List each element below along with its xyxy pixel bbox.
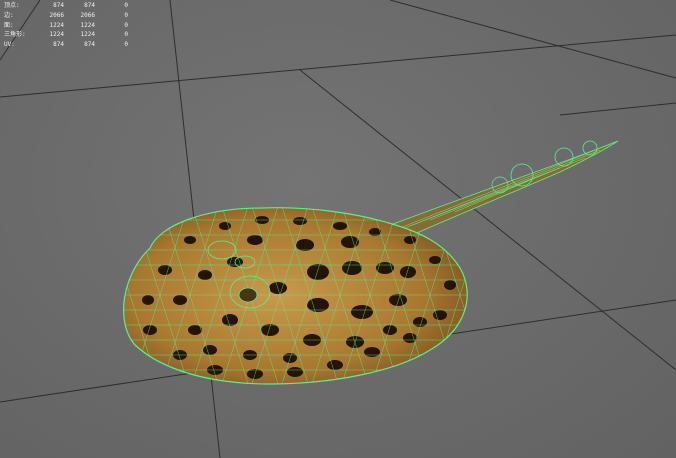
hud-row-value: 1224 [49,21,64,29]
hud-row-value-extra: 0 [124,11,128,19]
hud-row-label: 面: [4,21,14,29]
hud-row-label: 三角形: [4,31,26,39]
hud-row-value-extra: 0 [124,41,128,49]
hud-row-value-extra: 0 [124,21,128,29]
hud-row-value-selected: 874 [84,41,95,49]
hud-row-value: 874 [53,2,64,9]
hud-row: 顶点: 874 874 0 [4,1,139,11]
hud-row-value-selected: 874 [84,2,95,9]
hud-row-value-selected: 1224 [80,21,95,29]
3d-viewport[interactable]: 顶点: 874 874 0 边: 2066 2066 0 面: 1224 1224 0 三角形: 1224… [0,0,676,458]
hud-row-value-selected: 2066 [80,11,95,19]
hud-row-value: 874 [53,41,64,49]
hud-row-value: 1224 [49,31,64,39]
hud-row-value: 2066 [49,11,64,19]
hud-row-label: 边: [4,11,14,19]
stingray-body [123,207,468,385]
hud-row: UV: 874 874 0 [4,40,139,50]
poly-count-hud: 顶点: 874 874 0 边: 2066 2066 0 面: 1224 1224 0 三角形: 1224… [4,1,139,50]
hud-row-value-extra: 0 [124,2,128,9]
hud-row-value-selected: 1224 [80,31,95,39]
hud-row: 面: 1224 1224 0 [4,21,139,31]
hud-row-value-extra: 0 [124,31,128,39]
hud-row: 边: 2066 2066 0 [4,11,139,21]
hud-row: 三角形: 1224 1224 0 [4,30,139,40]
viewport-scene[interactable] [0,0,676,458]
hud-row-label: UV: [4,41,15,49]
hud-row-label: 顶点: [4,2,20,9]
